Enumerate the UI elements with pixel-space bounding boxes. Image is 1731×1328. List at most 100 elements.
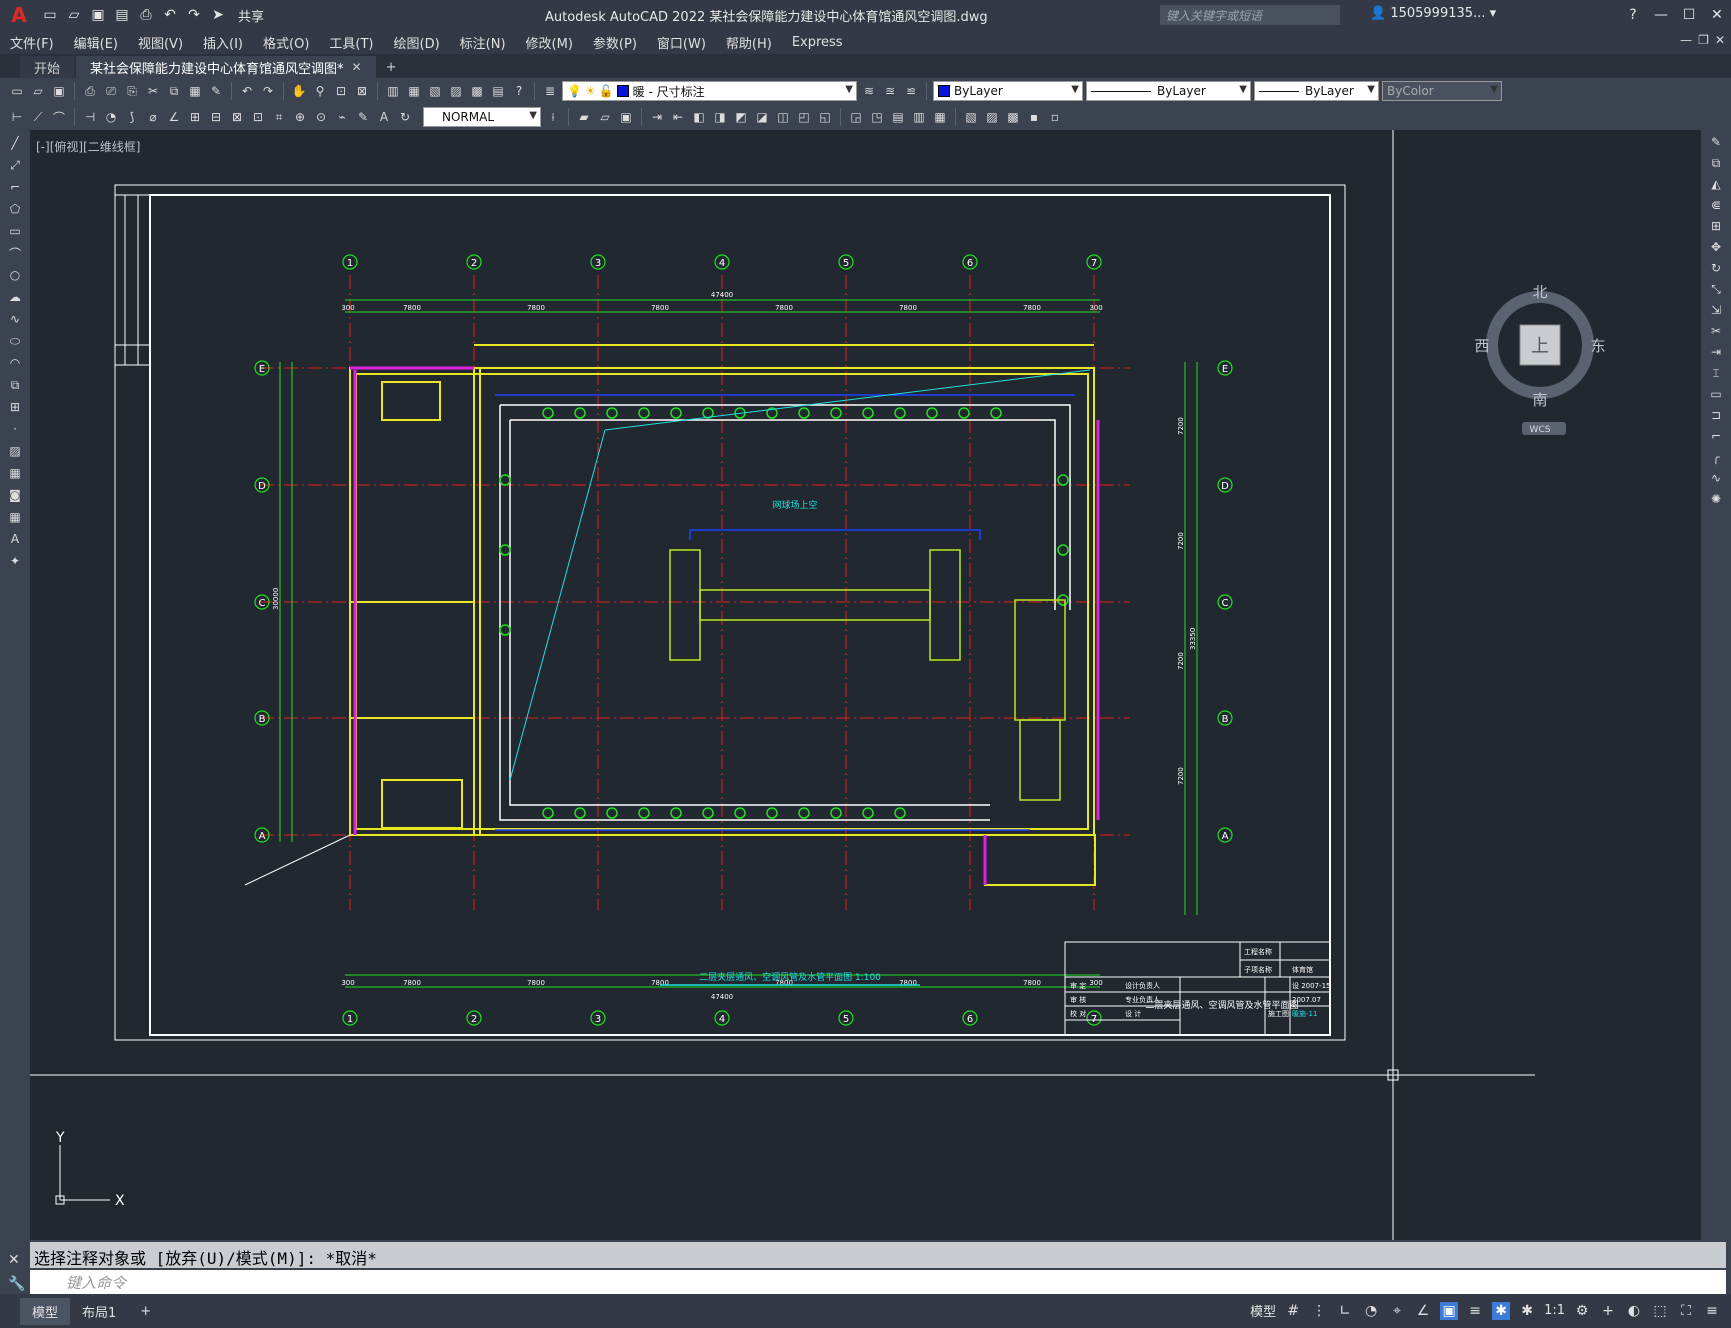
join-icon[interactable]: ⊐ [1707,406,1725,424]
redo-icon[interactable]: ↷ [184,5,204,25]
drawing-viewport[interactable]: [-][俯视][二维线框] 1 2 3 4 5 6 7 1 2 3 4 5 6 … [30,130,1701,1240]
markup-icon[interactable]: ▩ [468,82,486,100]
doc-close-icon[interactable]: ✕ [1715,33,1725,47]
close-icon[interactable]: ✕ [8,1252,24,1268]
dim-style-icon[interactable]: ⟊ [544,108,562,126]
break-icon[interactable]: ▭ [1707,385,1725,403]
new-icon[interactable]: ▭ [40,5,60,25]
dim-jogged-icon[interactable]: ⟆ [123,108,141,126]
make-current-icon[interactable]: ≋ [860,82,878,100]
layer-match-icon[interactable]: ≌ [902,82,920,100]
hardware-accel-icon[interactable]: ⬚ [1651,1302,1669,1320]
menu-express[interactable]: Express [782,35,853,50]
gradient-icon[interactable]: ▦ [6,464,24,482]
modify-3-icon[interactable]: ▣ [617,108,635,126]
isolate-icon[interactable]: ◐ [1625,1302,1643,1320]
arc-icon[interactable]: ⌒ [6,244,24,262]
layer-dropdown[interactable]: 💡 ☀ 🔓 暖 - 尺寸标注 ▼ [562,81,857,101]
dim-edit-icon[interactable]: ✎ [354,108,372,126]
doc-minimize-icon[interactable]: — [1680,33,1692,47]
hatch-icon[interactable]: ▨ [6,442,24,460]
viewcube-north[interactable]: 北 [1532,285,1547,301]
region-icon[interactable]: ◙ [6,486,24,504]
menu-parametric[interactable]: 参数(P) [583,33,647,52]
calculator-icon[interactable]: ▤ [489,82,507,100]
zoom-previous-icon[interactable]: ⊠ [353,82,371,100]
spline-icon[interactable]: ∿ [6,310,24,328]
jogged-linear-icon[interactable]: ⌁ [333,108,351,126]
new-icon[interactable]: ▭ [8,82,26,100]
rectangle-icon[interactable]: ▭ [6,222,24,240]
table-icon[interactable]: ▦ [6,508,24,526]
snap-icon[interactable]: ⋮ [1310,1302,1328,1320]
modify-10-icon[interactable]: ◫ [774,108,792,126]
sheet-set-icon[interactable]: ▨ [447,82,465,100]
lineweight-icon[interactable]: ≡ [1466,1302,1484,1320]
polygon-icon[interactable]: ⬠ [6,200,24,218]
preview-icon[interactable]: ⎚ [102,82,120,100]
copy-icon[interactable]: ⧉ [165,82,183,100]
close-icon[interactable]: ✕ [1703,0,1731,30]
break-point-icon[interactable]: ⌶ [1707,364,1725,382]
share-icon[interactable]: ➤ [208,5,228,25]
save-icon[interactable]: ▣ [88,5,108,25]
tab-drawing[interactable]: 某社会保障能力建设中心体育馆通风空调图* ✕ [76,56,376,78]
redo-icon[interactable]: ↷ [259,82,277,100]
make-block-icon[interactable]: ⊞ [6,398,24,416]
design-center-icon[interactable]: ▦ [405,82,423,100]
inspect-icon[interactable]: ⊙ [312,108,330,126]
plotstyle-dropdown[interactable]: ByColor ▼ [1382,81,1502,101]
tab-layout1[interactable]: 布局1 [70,1298,128,1325]
modify-9-icon[interactable]: ◪ [753,108,771,126]
ellipse-arc-icon[interactable]: ◠ [6,354,24,372]
share-button[interactable]: 共享 [238,6,264,25]
menu-insert[interactable]: 插入(I) [193,33,253,52]
modify-7-icon[interactable]: ◨ [711,108,729,126]
color-dropdown[interactable]: ByLayer ▼ [933,81,1083,101]
add-selected-icon[interactable]: ✦ [6,552,24,570]
lineweight-dropdown[interactable]: ByLayer ▼ [1254,81,1379,101]
modify-21-icon[interactable]: ▪ [1025,108,1043,126]
dim-aligned-icon[interactable]: ⟋ [29,108,47,126]
ellipse-icon[interactable]: ⬭ [6,332,24,350]
dim-continue-icon[interactable]: ⊠ [228,108,246,126]
modify-6-icon[interactable]: ◧ [690,108,708,126]
plus-icon[interactable]: + [1599,1302,1617,1320]
dim-radius-icon[interactable]: ◔ [102,108,120,126]
customize-icon[interactable]: ≡ [1703,1302,1721,1320]
undo-icon[interactable]: ↶ [160,5,180,25]
circle-icon[interactable]: ○ [6,266,24,284]
paste-icon[interactable]: ▦ [186,82,204,100]
explode-icon[interactable]: ✺ [1707,490,1725,508]
cut-icon[interactable]: ✂ [144,82,162,100]
search-input[interactable]: 键入关键字或短语 [1160,5,1340,25]
dim-arc-icon[interactable]: ⌒ [50,108,68,126]
modify-12-icon[interactable]: ◱ [816,108,834,126]
dim-angular-icon[interactable]: ∠ [165,108,183,126]
menu-format[interactable]: 格式(O) [253,33,319,52]
insert-block-icon[interactable]: ⧉ [6,376,24,394]
menu-help[interactable]: 帮助(H) [716,33,782,52]
modify-5-icon[interactable]: ⇤ [669,108,687,126]
modify-11-icon[interactable]: ◰ [795,108,813,126]
dim-ordinate-icon[interactable]: ⊣ [81,108,99,126]
viewcube-west[interactable]: 西 [1474,337,1489,355]
pan-icon[interactable]: ✋ [290,82,308,100]
extend-icon[interactable]: ⇥ [1707,343,1725,361]
center-mark-icon[interactable]: ⊕ [291,108,309,126]
layer-properties-icon[interactable]: ≣ [541,82,559,100]
help-icon[interactable]: ? [510,82,528,100]
help-icon[interactable]: ? [1619,0,1647,30]
modify-13-icon[interactable]: ◲ [847,108,865,126]
dim-update-icon[interactable]: ↻ [396,108,414,126]
grid-icon[interactable]: # [1284,1302,1302,1320]
tolerance-icon[interactable]: ⌗ [270,108,288,126]
isodraft-icon[interactable]: ∠ [1414,1302,1432,1320]
modify-4-icon[interactable]: ⇥ [648,108,666,126]
saveas-icon[interactable]: ▤ [112,5,132,25]
publish-icon[interactable]: ⎘ [123,82,141,100]
blend-icon[interactable]: ∿ [1707,469,1725,487]
autoscale-icon[interactable]: ✱ [1518,1302,1536,1320]
rotate-icon[interactable]: ↻ [1707,259,1725,277]
new-tab-button[interactable]: + [378,56,405,78]
